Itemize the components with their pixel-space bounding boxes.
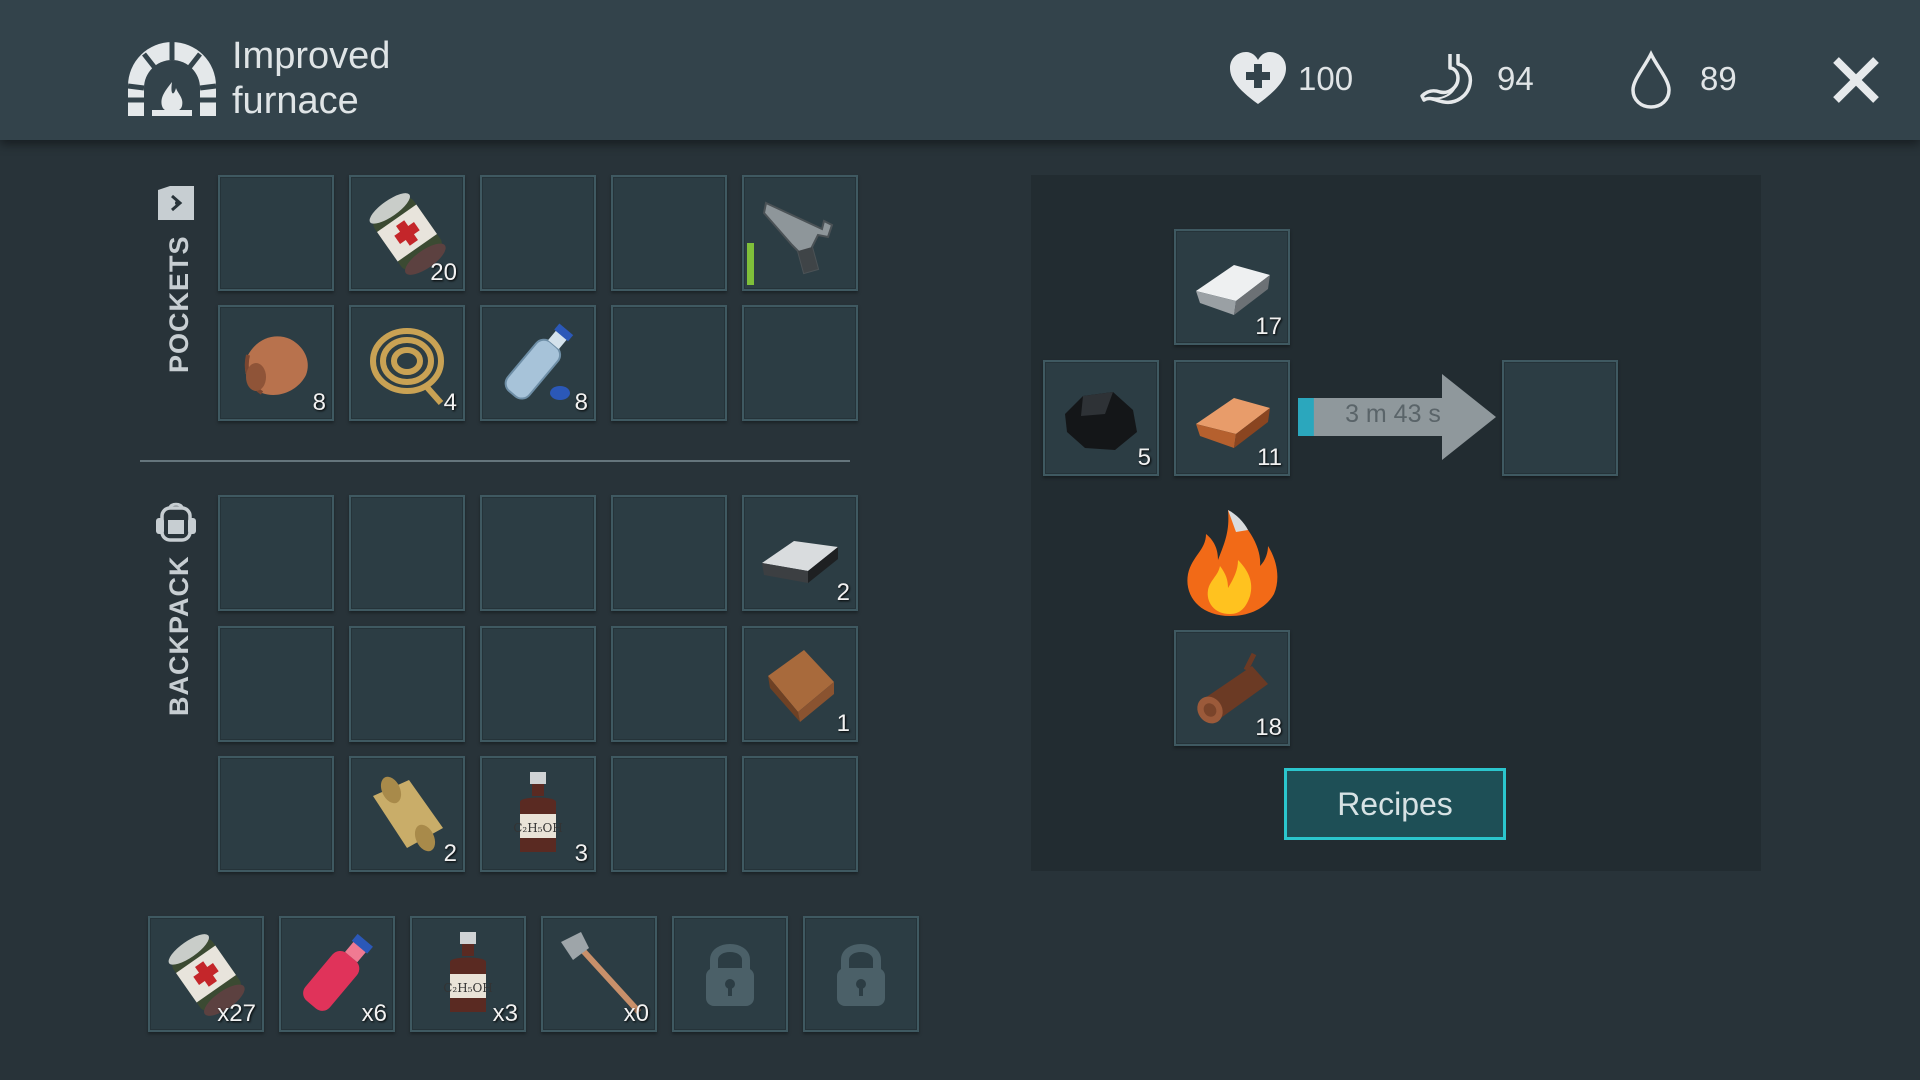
backpack-slot[interactable] — [218, 626, 334, 742]
item-count: x3 — [492, 1000, 518, 1027]
backpack-slot[interactable] — [611, 626, 727, 742]
item-count: 2 — [836, 579, 850, 606]
pocket-slot[interactable] — [611, 175, 727, 291]
rope-icon — [370, 328, 444, 405]
item-count: x0 — [623, 1000, 649, 1027]
water-drop-icon — [1631, 50, 1671, 109]
lock-icon — [837, 944, 885, 1006]
hotbar-slot[interactable]: x27 — [148, 916, 264, 1032]
backpack-slot[interactable] — [349, 495, 465, 611]
pocket-slot[interactable] — [742, 175, 858, 291]
pocket-slot[interactable] — [218, 175, 334, 291]
item-count: 5 — [1137, 444, 1151, 471]
pocket-slot[interactable] — [611, 305, 727, 421]
close-icon[interactable] — [1830, 54, 1882, 106]
pocket-slot[interactable] — [480, 175, 596, 291]
backpack-slot[interactable] — [742, 756, 858, 872]
backpack-icon — [156, 502, 196, 542]
furnace-output[interactable] — [1502, 360, 1618, 476]
leather-icon — [768, 650, 834, 722]
furnace-icon — [127, 42, 217, 116]
item-count: 4 — [443, 389, 457, 416]
pockets-label: POCKETS — [164, 235, 194, 373]
item-count: 8 — [574, 389, 588, 416]
item-count: 8 — [312, 389, 326, 416]
furnace-panel — [1031, 175, 1761, 871]
thirst-value: 89 — [1700, 60, 1737, 97]
item-count: 1 — [836, 710, 850, 737]
pockets-icon — [158, 186, 194, 220]
section-divider — [140, 460, 850, 462]
smelt-timer: 3 m 43 s — [1345, 400, 1441, 428]
item-count: 2 — [443, 840, 457, 867]
recipes-button[interactable]: Recipes — [1284, 768, 1506, 840]
fire-icon — [1187, 510, 1278, 616]
alcohol-bottle-icon: C₂H₅OH — [513, 772, 563, 852]
hunger-value: 94 — [1497, 60, 1534, 97]
backpack-slot[interactable] — [218, 495, 334, 611]
water-bottle-icon — [504, 323, 574, 400]
backpack-slot[interactable] — [480, 626, 596, 742]
backpack-slot[interactable] — [218, 756, 334, 872]
pistol-icon — [762, 201, 834, 275]
pocket-slot[interactable] — [742, 305, 858, 421]
hotbar-slot-locked[interactable] — [672, 916, 788, 1032]
backpack-slot[interactable] — [611, 756, 727, 872]
item-count: 11 — [1257, 444, 1282, 471]
backpack-slot[interactable]: 2 — [349, 756, 465, 872]
hotbar-slot[interactable]: x0 — [541, 916, 657, 1032]
item-count: 20 — [430, 259, 457, 286]
backpack-label: BACKPACK — [164, 555, 194, 717]
item-count: x6 — [361, 1000, 387, 1027]
furnace-input-top[interactable]: 17 — [1174, 229, 1290, 345]
furnace-fuel-slot[interactable]: 18 — [1174, 630, 1290, 746]
backpack-slot[interactable]: 2 — [742, 495, 858, 611]
backpack-slot[interactable] — [611, 495, 727, 611]
item-count: 17 — [1255, 313, 1282, 340]
pocket-slot[interactable]: 20 — [349, 175, 465, 291]
health-value: 100 — [1298, 60, 1354, 97]
furnace-input-left[interactable]: 5 — [1043, 360, 1159, 476]
svg-text:C₂H₅OH: C₂H₅OH — [513, 821, 563, 835]
item-count: x27 — [217, 1000, 256, 1027]
hotbar-slot-locked[interactable] — [803, 916, 919, 1032]
backpack-slot[interactable]: 1 — [742, 626, 858, 742]
coal-icon — [1065, 392, 1137, 450]
pocket-slot[interactable]: 4 — [349, 305, 465, 421]
stomach-icon — [1420, 54, 1473, 105]
item-count: 3 — [574, 840, 588, 867]
leather-scrap-icon — [244, 336, 308, 395]
hotbar-slot[interactable]: C₂H₅OH x3 — [410, 916, 526, 1032]
hotbar-slot[interactable]: x6 — [279, 916, 395, 1032]
station-title: Improved furnace — [232, 35, 391, 122]
header-bar: Improved furnace 100 94 89 — [0, 0, 1920, 140]
backpack-slot[interactable]: C₂H₅OH 3 — [480, 756, 596, 872]
iron-ingot-icon — [762, 541, 838, 583]
pocket-slot[interactable]: 8 — [480, 305, 596, 421]
durability-bar — [747, 243, 754, 285]
backpack-slot[interactable] — [480, 495, 596, 611]
paper-scroll-icon — [373, 776, 443, 852]
svg-text:C₂H₅OH: C₂H₅OH — [443, 981, 493, 995]
backpack-slot[interactable] — [349, 626, 465, 742]
furnace-input-middle[interactable]: 11 — [1174, 360, 1290, 476]
heart-icon — [1230, 52, 1286, 104]
item-count: 18 — [1255, 714, 1282, 741]
pocket-slot[interactable]: 8 — [218, 305, 334, 421]
lock-icon — [706, 944, 754, 1006]
